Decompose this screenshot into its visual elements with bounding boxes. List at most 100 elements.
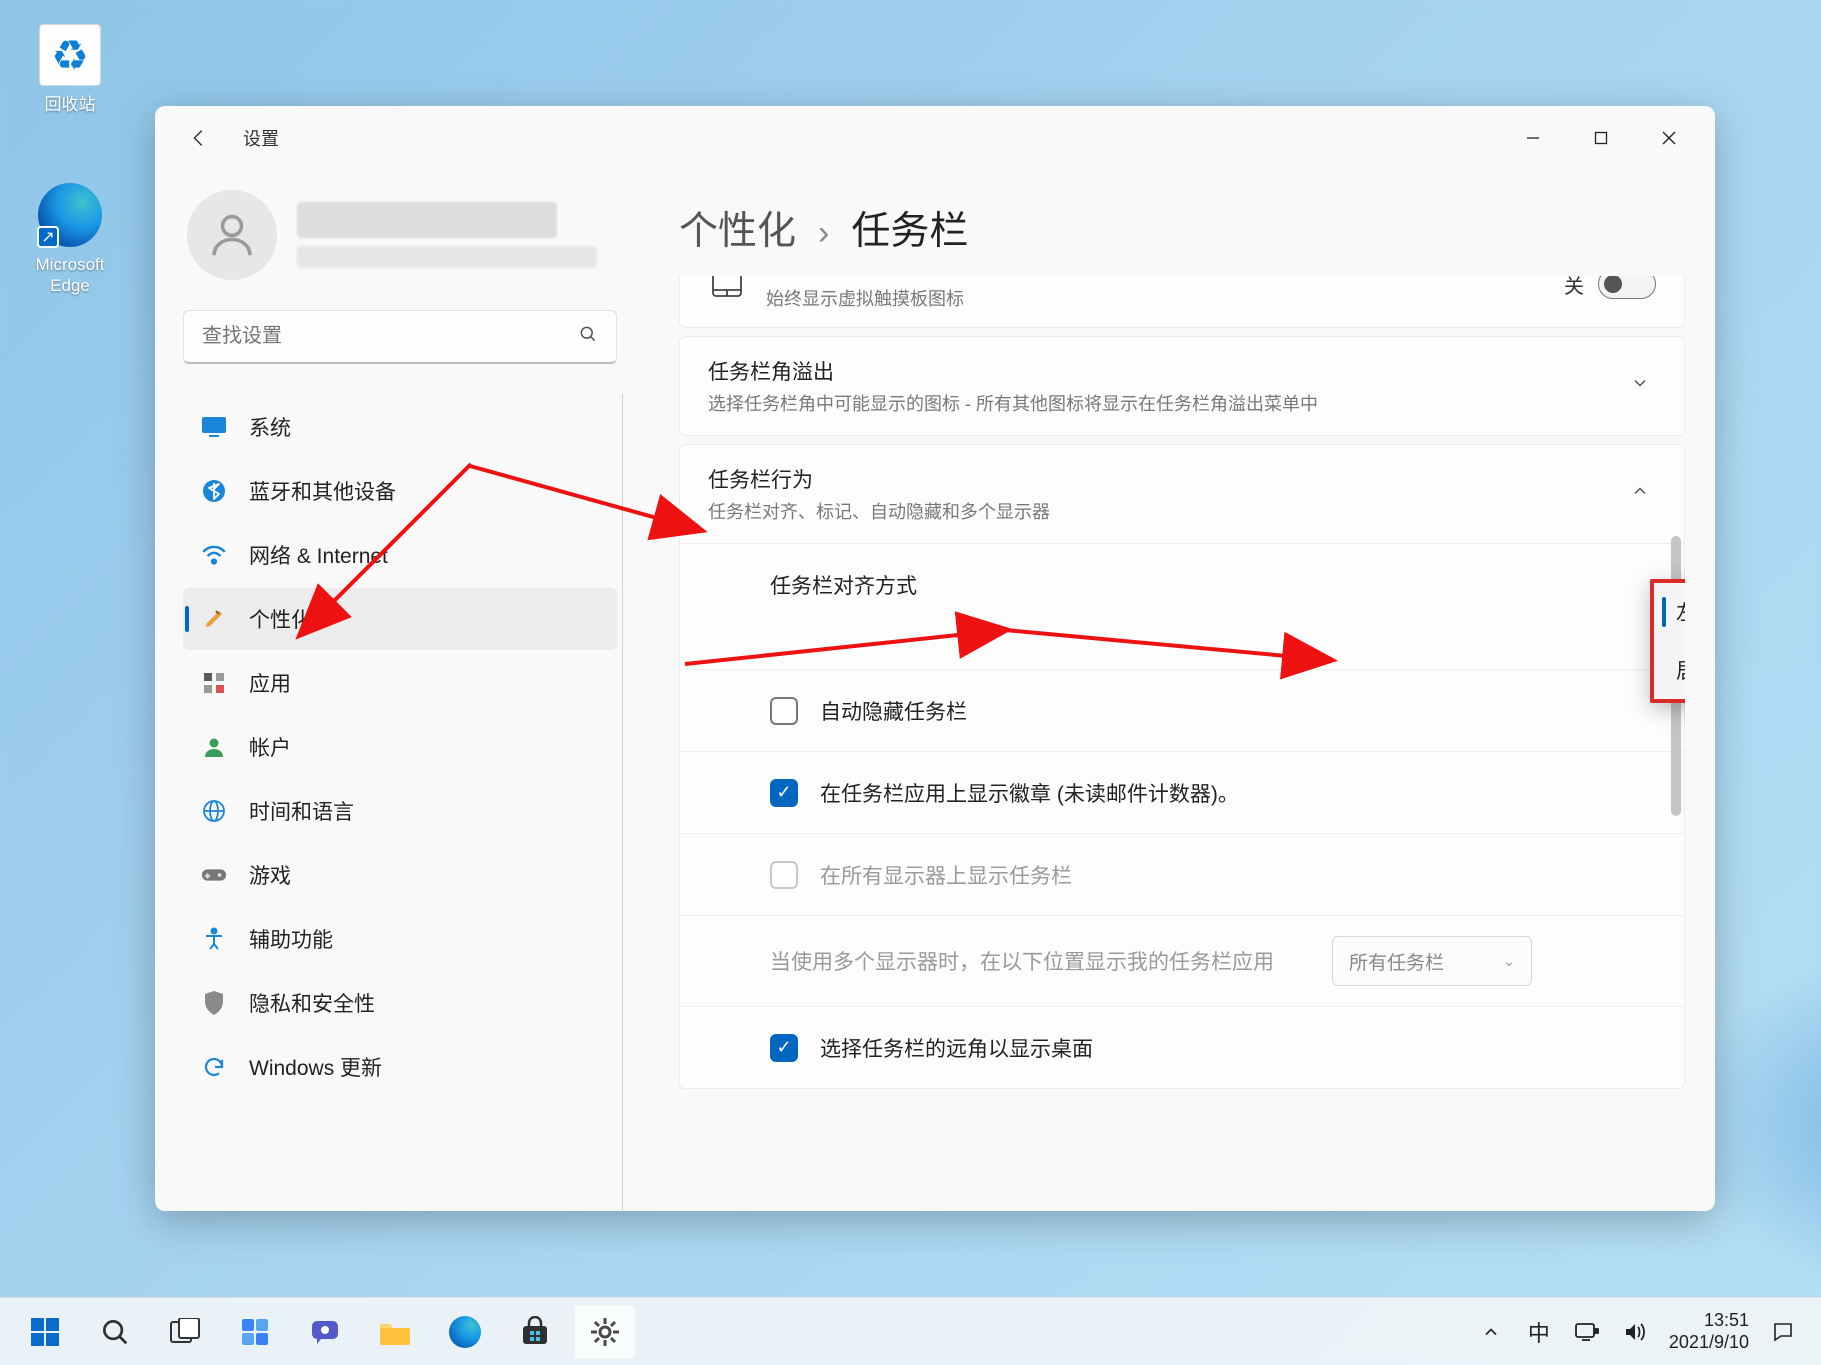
multi-display-value: 所有任务栏: [1349, 948, 1444, 975]
alignment-option-center[interactable]: 居中: [1654, 641, 1685, 699]
nav-bluetooth[interactable]: 蓝牙和其他设备: [183, 460, 617, 522]
store-icon: [517, 1314, 553, 1350]
nav-gaming[interactable]: 游戏: [183, 844, 617, 906]
nav: 系统 蓝牙和其他设备 网络 & Internet 个性化 应用: [177, 394, 623, 1211]
checkbox-show-desktop[interactable]: ✓: [770, 1034, 798, 1062]
globe-icon: [201, 798, 227, 824]
profile-section[interactable]: [177, 170, 623, 310]
multi-display-label: 当使用多个显示器时，在以下位置显示我的任务栏应用: [770, 946, 1310, 976]
bluetooth-icon: [201, 478, 227, 504]
widgets-icon: [237, 1314, 273, 1350]
close-button[interactable]: [1635, 114, 1703, 162]
content-area: 个性化 › 任务栏 . 始终显示虚拟触摸板图标: [635, 170, 1715, 1211]
maximize-button[interactable]: [1567, 114, 1635, 162]
nav-time-language[interactable]: 时间和语言: [183, 780, 617, 842]
autohide-label: 自动隐藏任务栏: [820, 696, 1654, 726]
panel-virtual-touchpad[interactable]: . 始终显示虚拟触摸板图标 关: [679, 276, 1685, 328]
row-show-desktop[interactable]: ✓ 选择任务栏的远角以显示桌面: [680, 1006, 1684, 1088]
ime-indicator[interactable]: 中: [1525, 1318, 1553, 1346]
clock[interactable]: 13:51 2021/9/10: [1669, 1310, 1749, 1353]
panel-taskbar-behavior: 任务栏行为 任务栏对齐、标记、自动隐藏和多个显示器 任务栏对齐方式 左 居: [679, 444, 1685, 1089]
tray-overflow-icon[interactable]: [1477, 1318, 1505, 1346]
chevron-up-icon: [1630, 481, 1656, 507]
recycle-bin-label: 回收站: [20, 94, 120, 115]
chat-icon: [307, 1314, 343, 1350]
window-title: 设置: [243, 125, 279, 151]
edge-button[interactable]: [434, 1304, 496, 1360]
minimize-button[interactable]: [1499, 114, 1567, 162]
nav-label: 系统: [249, 412, 291, 442]
panel-subtitle: 始终显示虚拟触摸板图标: [766, 285, 1544, 311]
search-input[interactable]: [202, 325, 578, 348]
nav-apps[interactable]: 应用: [183, 652, 617, 714]
row-alignment: 任务栏对齐方式 左 居中: [680, 543, 1684, 625]
row-badges[interactable]: ✓ 在任务栏应用上显示徽章 (未读邮件计数器)。: [680, 751, 1684, 833]
gamepad-icon: [201, 862, 227, 888]
panel-subtitle: 任务栏对齐、标记、自动隐藏和多个显示器: [708, 498, 1610, 524]
task-view-button[interactable]: [154, 1304, 216, 1360]
panel-taskbar-overflow[interactable]: 任务栏角溢出 选择任务栏角中可能显示的图标 - 所有其他图标将显示在任务栏角溢出…: [679, 336, 1685, 436]
all-displays-label: 在所有显示器上显示任务栏: [820, 860, 1654, 890]
content-scrollbar[interactable]: [1671, 276, 1681, 1211]
nav-privacy[interactable]: 隐私和安全性: [183, 972, 617, 1034]
row-autohide[interactable]: 自动隐藏任务栏: [680, 669, 1684, 751]
nav-system[interactable]: 系统: [183, 396, 617, 458]
panel-header-behavior[interactable]: 任务栏行为 任务栏对齐、标记、自动隐藏和多个显示器: [680, 445, 1684, 543]
date: 2021/9/10: [1669, 1332, 1749, 1354]
panel-title: 任务栏角溢出: [708, 356, 1610, 386]
nav-label: 网络 & Internet: [249, 540, 388, 570]
explorer-button[interactable]: [364, 1304, 426, 1360]
alignment-option-left[interactable]: 左: [1654, 583, 1685, 641]
store-button[interactable]: [504, 1304, 566, 1360]
windows-icon: [27, 1314, 63, 1350]
brush-icon: [201, 606, 227, 632]
gear-icon: [587, 1314, 623, 1350]
breadcrumb-parent[interactable]: 个性化: [679, 200, 796, 256]
nav-label: 蓝牙和其他设备: [249, 476, 396, 506]
desktop-icon-edge[interactable]: ↗ Microsoft Edge: [20, 180, 120, 297]
nav-windows-update[interactable]: Windows 更新: [183, 1036, 617, 1098]
desktop-icon-recycle-bin[interactable]: ♻ 回收站: [20, 20, 120, 115]
row-all-displays: 在所有显示器上显示任务栏: [680, 833, 1684, 915]
network-tray-icon[interactable]: [1573, 1318, 1601, 1346]
update-icon: [201, 1054, 227, 1080]
nav-accounts[interactable]: 帐户: [183, 716, 617, 778]
touchpad-toggle[interactable]: 关: [1564, 276, 1656, 299]
system-icon: [201, 414, 227, 440]
nav-network[interactable]: 网络 & Internet: [183, 524, 617, 586]
recycle-icon: ♻: [51, 31, 89, 80]
panel-title-cut: .: [766, 276, 1544, 281]
start-button[interactable]: [14, 1304, 76, 1360]
nav-personalization[interactable]: 个性化: [183, 588, 617, 650]
checkbox-all-displays: [770, 861, 798, 889]
nav-label: 时间和语言: [249, 796, 354, 826]
settings-button[interactable]: [574, 1304, 636, 1360]
search-button[interactable]: [84, 1304, 146, 1360]
badges-label: 在任务栏应用上显示徽章 (未读邮件计数器)。: [820, 778, 1654, 808]
toggle-label: 关: [1564, 276, 1584, 299]
panel-title: 任务栏行为: [708, 464, 1610, 494]
multi-display-dropdown: 所有任务栏 ⌄: [1332, 936, 1532, 986]
chat-button[interactable]: [294, 1304, 356, 1360]
folder-icon: [377, 1314, 413, 1350]
volume-tray-icon[interactable]: [1621, 1318, 1649, 1346]
edge-icon: [447, 1314, 483, 1350]
profile-name-redacted: [297, 202, 557, 238]
nav-accessibility[interactable]: 辅助功能: [183, 908, 617, 970]
toggle-switch-off[interactable]: [1598, 276, 1656, 299]
accessibility-icon: [201, 926, 227, 952]
chevron-down-icon: [1630, 373, 1656, 399]
panel-subtitle: 选择任务栏角中可能显示的图标 - 所有其他图标将显示在任务栏角溢出菜单中: [708, 390, 1610, 416]
widgets-button[interactable]: [224, 1304, 286, 1360]
show-desktop-label: 选择任务栏的远角以显示桌面: [820, 1033, 1654, 1063]
task-view-icon: [167, 1314, 203, 1350]
checkbox-badges[interactable]: ✓: [770, 779, 798, 807]
checkbox-autohide[interactable]: [770, 697, 798, 725]
edge-label: Microsoft Edge: [20, 254, 120, 297]
profile-sub-redacted: [297, 246, 597, 268]
titlebar: 设置: [155, 106, 1715, 170]
nav-label: 应用: [249, 668, 291, 698]
search-box[interactable]: [183, 310, 617, 364]
notifications-icon[interactable]: [1769, 1318, 1797, 1346]
back-button[interactable]: [185, 124, 213, 152]
